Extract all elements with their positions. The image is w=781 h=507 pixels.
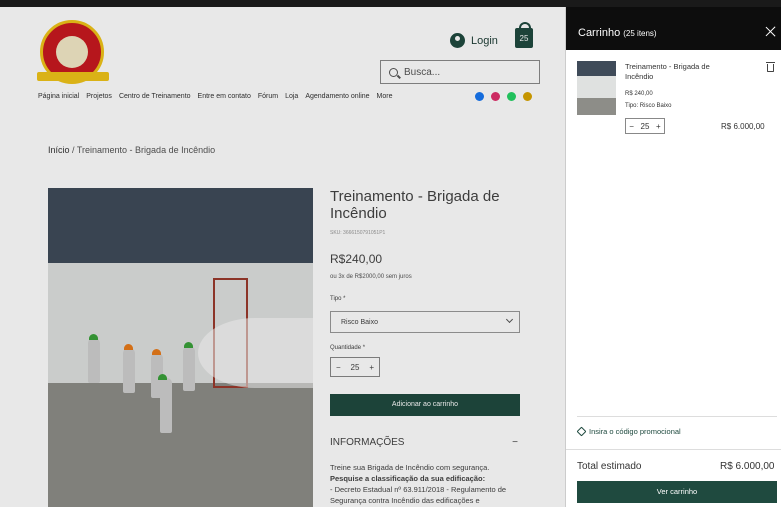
total-value: R$ 6.000,00 [720, 461, 775, 472]
cart-item-name[interactable]: Treinamento - Brigada de Incêndio [625, 62, 720, 82]
cart-title: Carrinho (25 itens) [578, 27, 657, 39]
total-label: Total estimado [577, 461, 642, 472]
plus-icon[interactable]: + [656, 122, 661, 131]
cart-item-price: R$ 240,00 [625, 91, 653, 97]
page-dim-overlay[interactable] [0, 7, 565, 507]
cart-item-count: (25 itens) [623, 29, 657, 38]
cart-header: Carrinho (25 itens) [566, 7, 781, 50]
cart-item-total: R$ 6.000,00 [721, 122, 765, 131]
close-icon[interactable] [765, 25, 777, 37]
tag-icon [576, 426, 587, 437]
cart-title-label: Carrinho [578, 27, 621, 39]
promo-code-link[interactable]: Insira o código promocional [576, 426, 681, 437]
cart-item-image[interactable] [577, 61, 616, 115]
minus-icon[interactable]: − [629, 122, 634, 131]
thumb-wall [577, 76, 616, 98]
thumb-roof [577, 61, 616, 76]
divider [577, 416, 777, 417]
top-strip [0, 0, 781, 7]
cart-drawer: Carrinho (25 itens) Treinamento - Brigad… [565, 7, 781, 507]
thumb-floor [577, 98, 616, 115]
cart-item-variant: Tipo: Risco Baixo [625, 103, 672, 109]
promo-label: Insira o código promocional [589, 427, 681, 436]
cart-quantity-value: 25 [640, 121, 650, 131]
cart-quantity-stepper[interactable]: − 25 + [625, 118, 665, 134]
divider [566, 449, 781, 450]
view-cart-button[interactable]: Ver carrinho [577, 481, 777, 503]
trash-icon[interactable] [766, 62, 775, 72]
